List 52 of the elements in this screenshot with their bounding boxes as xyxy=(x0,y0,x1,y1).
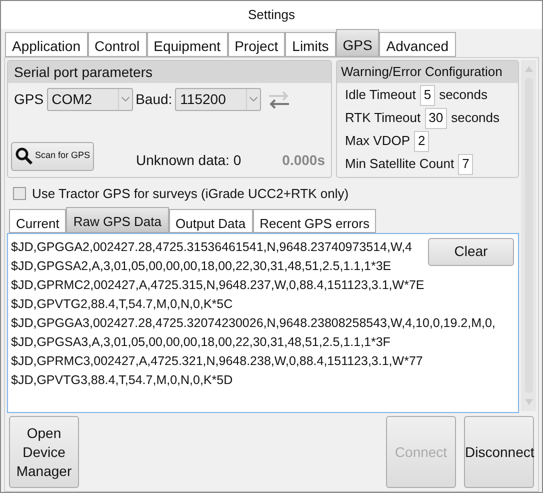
data-tab[interactable]: Raw GPS Data xyxy=(66,206,169,233)
settings-tab[interactable]: Equipment xyxy=(146,32,228,57)
data-line: $JD,GPGGA2,002427.28,4725.31536461541,N,9648.23740973514,W,4 xyxy=(11,238,412,256)
gps-port-dropdown[interactable]: COM2 xyxy=(46,88,133,111)
settings-tab[interactable]: Limits xyxy=(285,32,336,57)
caret-icon xyxy=(246,89,260,110)
baud-dropdown[interactable]: 115200 xyxy=(175,88,262,111)
scan-for-gps-button[interactable]: Scan for GPS xyxy=(11,142,94,171)
field-label: Idle Timeout xyxy=(345,86,416,104)
checkbox[interactable] xyxy=(13,187,26,200)
clear-button[interactable]: Clear xyxy=(428,238,514,266)
gps-label: GPS xyxy=(14,90,44,109)
unit-label: seconds xyxy=(451,109,500,128)
field-label: Min Satellite Count xyxy=(345,155,454,174)
data-line: $JD,GPGGA3,002427.28,4725.32074230026,N,9648.23808258543,W,4,10,0,19.2,M,0, xyxy=(11,314,496,332)
action-button[interactable]: Disconnect xyxy=(464,416,534,488)
panel-header: Warning/Error Configuration xyxy=(337,61,518,83)
number-input[interactable]: 7 xyxy=(458,154,474,174)
settings-tab[interactable]: Application xyxy=(5,32,88,57)
number-input[interactable]: 5 xyxy=(420,84,436,106)
search-icon xyxy=(15,147,33,166)
number-input[interactable]: 2 xyxy=(414,130,430,152)
caret-icon xyxy=(118,89,132,110)
settings-tab[interactable]: Control xyxy=(88,32,147,57)
checkbox-label: Use Tractor GPS for surveys (iGrade UCC2+RTK only) xyxy=(32,184,349,203)
number-input[interactable]: 30 xyxy=(424,108,448,128)
panel-header: Serial port parameters xyxy=(8,61,331,83)
unknown-data-text: Unknown data: 0 xyxy=(136,150,242,170)
scroll-up-icon xyxy=(524,64,534,74)
settings-tab[interactable]: GPS xyxy=(336,29,380,57)
elapsed-time: 0.000s xyxy=(282,150,325,170)
action-button[interactable]: Open Device Manager xyxy=(9,416,79,488)
unit-label: seconds xyxy=(439,86,488,104)
field-label: RTK Timeout xyxy=(345,109,421,128)
data-line: $JD,GPVTG2,88.4,T,54.7,M,0,N,0,K*5C xyxy=(11,296,233,313)
window-title: Settings xyxy=(1,1,542,29)
scrollbar[interactable] xyxy=(521,60,536,411)
raw-data-textarea[interactable] xyxy=(7,232,519,413)
baud-label: Baud: xyxy=(136,90,172,109)
data-line: $JD,GPGSA3,A,3,01,05,00,00,00,18,00,22,30,31,48,51,2.5,1.1,1*3F xyxy=(11,334,390,351)
data-line: $JD,GPRMC3,002427,A,4725.321,N,9648.238,W,0,88.4,151123,3.1,W*77 xyxy=(11,352,423,370)
settings-tab[interactable]: Advanced xyxy=(379,32,456,57)
scroll-down-icon xyxy=(524,397,534,407)
swap-arrows-icon xyxy=(267,90,292,108)
settings-tab[interactable]: Project xyxy=(228,32,286,57)
data-tab[interactable]: Current xyxy=(9,208,66,233)
data-line: $JD,GPGSA2,A,3,01,05,00,00,00,18,00,22,30,31,48,51,2.5,1.1,1*3E xyxy=(11,258,392,275)
data-line: $JD,GPRMC2,002427,A,4725.315,N,9648.237,W,0,88.4,151123,3.1,W*7E xyxy=(11,276,424,294)
field-label: Max VDOP xyxy=(345,132,410,150)
data-tab[interactable]: Output Data xyxy=(168,208,253,233)
data-line: $JD,GPVTG3,88.4,T,54.7,M,0,N,0,K*5D xyxy=(11,372,233,389)
data-tab[interactable]: Recent GPS errors xyxy=(252,208,376,233)
